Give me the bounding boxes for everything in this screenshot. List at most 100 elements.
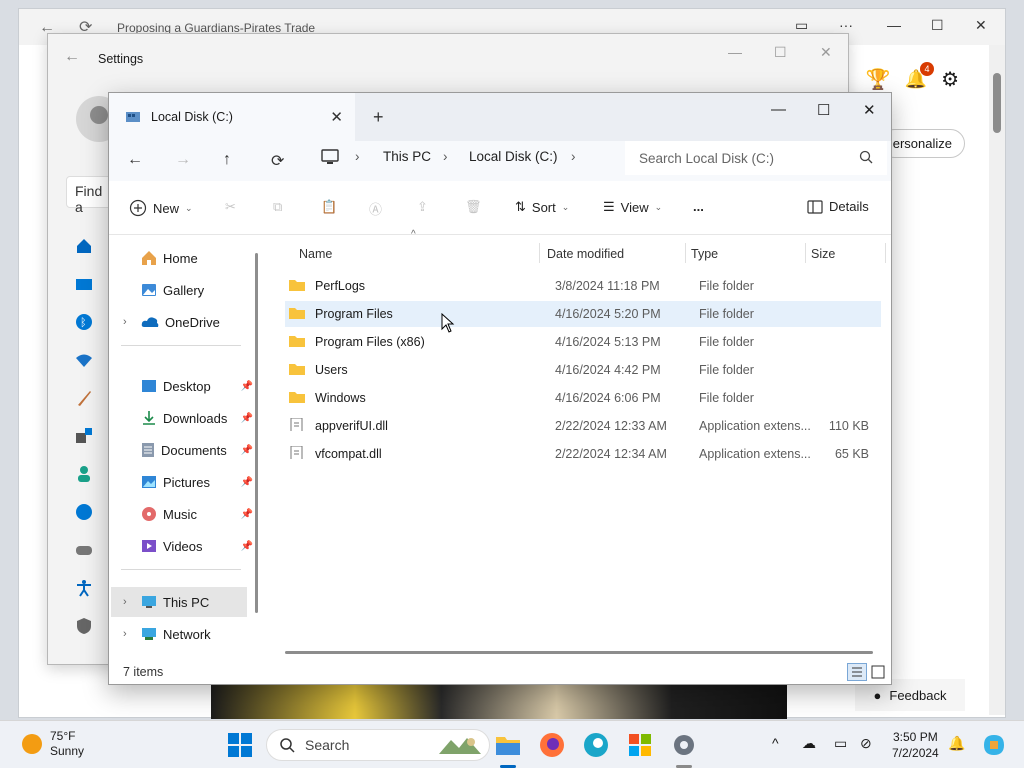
chevron-right-icon[interactable]: › xyxy=(123,596,135,608)
nav-item-music[interactable]: Music 📌 xyxy=(123,499,253,529)
network-disconnected-icon[interactable]: ⊘ xyxy=(860,735,872,752)
chevron-up-icon[interactable]: ^ xyxy=(772,735,779,751)
windows-start-icon[interactable] xyxy=(226,731,254,759)
explorer-close-button[interactable]: ✕ xyxy=(863,101,876,119)
gear-icon[interactable]: ⚙ xyxy=(941,67,959,92)
details-view-toggle[interactable] xyxy=(847,663,867,681)
browser-close-button[interactable]: ✕ xyxy=(975,17,987,34)
new-tab-button[interactable]: + xyxy=(373,107,384,128)
explorer-tab[interactable]: Local Disk (C:) ✕ xyxy=(109,93,355,141)
tiles-view-toggle[interactable] xyxy=(871,665,885,682)
column-divider[interactable] xyxy=(805,243,806,263)
settings-gear-icon[interactable] xyxy=(670,731,698,759)
column-divider[interactable] xyxy=(885,243,886,263)
nav-item-network[interactable]: › Network xyxy=(123,619,253,649)
file-row[interactable]: Windows 4/16/2024 6:06 PM File folder xyxy=(285,385,881,411)
bluetooth-icon[interactable]: ᛒ xyxy=(72,310,96,334)
chevron-right-icon[interactable]: › xyxy=(123,316,135,328)
share-icon[interactable]: ⇪ xyxy=(417,199,428,215)
settings-back-icon[interactable]: ← xyxy=(64,48,80,66)
details-button[interactable]: Details xyxy=(807,199,869,214)
gaming-icon[interactable] xyxy=(72,538,96,562)
file-row[interactable]: vfcompat.dll 2/22/2024 12:34 AM Applicat… xyxy=(285,441,881,467)
cut-icon[interactable]: ✂ xyxy=(225,199,236,215)
chevron-right-icon[interactable]: › xyxy=(571,149,576,164)
search-input[interactable]: Search Local Disk (C:) xyxy=(625,141,887,175)
view-button[interactable]: ☰ View ⌄ xyxy=(603,199,662,215)
time-language-icon[interactable] xyxy=(72,500,96,524)
file-explorer-icon[interactable] xyxy=(494,731,522,759)
explorer-minimize-button[interactable]: — xyxy=(771,101,786,118)
weather-widget[interactable]: 75°F Sunny xyxy=(22,729,84,759)
column-header-type[interactable]: Type xyxy=(691,241,718,267)
nav-item-downloads[interactable]: Downloads 📌 xyxy=(123,403,253,433)
nav-item-onedrive[interactable]: › OneDrive xyxy=(123,307,253,337)
sort-button[interactable]: ⇅ Sort ⌄ xyxy=(515,199,569,215)
browser-minimize-button[interactable]: — xyxy=(887,17,901,33)
file-row[interactable]: Program Files 4/16/2024 5:20 PM File fol… xyxy=(285,301,881,327)
close-tab-icon[interactable]: ✕ xyxy=(330,108,343,126)
browser-menu-icon[interactable]: ··· xyxy=(839,17,853,33)
back-arrow-icon[interactable]: ← xyxy=(127,151,143,169)
browser-maximize-button[interactable]: ☐ xyxy=(931,17,944,34)
explorer-maximize-button[interactable]: ☐ xyxy=(817,101,830,119)
personalize-button[interactable]: ersonalize xyxy=(879,129,965,158)
paste-icon[interactable]: 📋 xyxy=(321,199,337,215)
display-icon[interactable]: ▭ xyxy=(834,735,847,752)
column-header-size[interactable]: Size xyxy=(811,241,835,267)
more-options-icon[interactable]: ... xyxy=(693,199,704,214)
apps-icon[interactable] xyxy=(72,424,96,448)
home-icon[interactable] xyxy=(72,234,96,258)
privacy-shield-icon[interactable] xyxy=(72,614,96,638)
computer-icon[interactable] xyxy=(321,149,339,168)
nav-item-pictures[interactable]: Pictures 📌 xyxy=(123,467,253,497)
browser-scrollbar[interactable] xyxy=(989,45,1005,715)
file-row[interactable]: Users 4/16/2024 4:42 PM File folder xyxy=(285,357,881,383)
nav-item-home[interactable]: Home xyxy=(123,243,253,273)
notification-bell-icon[interactable]: 🔔 xyxy=(948,735,965,752)
firefox-icon[interactable] xyxy=(538,731,566,759)
up-arrow-icon[interactable]: ↑ xyxy=(223,151,231,169)
column-header-name[interactable]: Name xyxy=(299,241,332,267)
scrollbar-thumb[interactable] xyxy=(993,73,1001,133)
bell-icon[interactable]: 🔔 4 xyxy=(905,62,935,90)
file-row[interactable]: appverifUI.dll 2/22/2024 12:33 AM Applic… xyxy=(285,413,881,439)
taskbar-search[interactable]: Search xyxy=(266,729,490,761)
cloud-offline-icon[interactable]: ☁ xyxy=(802,735,816,752)
network-icon[interactable] xyxy=(72,348,96,372)
file-row[interactable]: PerfLogs 3/8/2024 11:18 PM File folder xyxy=(285,273,881,299)
forward-arrow-icon[interactable]: → xyxy=(175,151,191,169)
copilot-icon[interactable] xyxy=(980,731,1008,759)
refresh-icon[interactable]: ⟳ xyxy=(271,151,284,171)
settings-maximize-button[interactable]: ☐ xyxy=(774,44,787,61)
personalization-icon[interactable] xyxy=(72,386,96,410)
nav-item-gallery[interactable]: Gallery xyxy=(123,275,253,305)
system-icon[interactable] xyxy=(72,272,96,296)
edge-icon[interactable] xyxy=(582,731,610,759)
chevron-right-icon[interactable]: › xyxy=(123,628,135,640)
system-clock[interactable]: 3:50 PM 7/2/2024 xyxy=(892,729,939,761)
nav-item-desktop[interactable]: Desktop 📌 xyxy=(123,371,253,401)
breadcrumb-this-pc[interactable]: This PC xyxy=(383,149,431,164)
accounts-icon[interactable] xyxy=(72,462,96,486)
file-row[interactable]: Program Files (x86) 4/16/2024 5:13 PM Fi… xyxy=(285,329,881,355)
microsoft-store-icon[interactable] xyxy=(626,731,654,759)
trophy-icon[interactable]: 🏆 xyxy=(866,67,891,92)
copy-icon[interactable]: ⧉ xyxy=(273,199,282,215)
new-button[interactable]: New ⌄ xyxy=(129,199,193,217)
settings-close-button[interactable]: ✕ xyxy=(820,44,832,61)
delete-icon[interactable]: 🗑 xyxy=(465,199,482,215)
split-screen-icon[interactable]: ▭ xyxy=(795,17,808,34)
column-divider[interactable] xyxy=(685,243,686,263)
nav-scrollbar[interactable] xyxy=(255,253,258,613)
nav-item-videos[interactable]: Videos 📌 xyxy=(123,531,253,561)
accessibility-icon[interactable] xyxy=(72,576,96,600)
column-divider[interactable] xyxy=(539,243,540,263)
breadcrumb-local-disk[interactable]: Local Disk (C:) xyxy=(469,149,558,164)
column-header-date[interactable]: Date modified xyxy=(547,241,624,267)
rename-icon[interactable]: Ⓐ xyxy=(369,199,382,218)
horizontal-scrollbar[interactable] xyxy=(285,651,873,654)
nav-item-this-pc[interactable]: › This PC xyxy=(111,587,247,617)
nav-item-documents[interactable]: Documents 📌 xyxy=(123,435,253,465)
settings-minimize-button[interactable]: — xyxy=(728,44,742,60)
